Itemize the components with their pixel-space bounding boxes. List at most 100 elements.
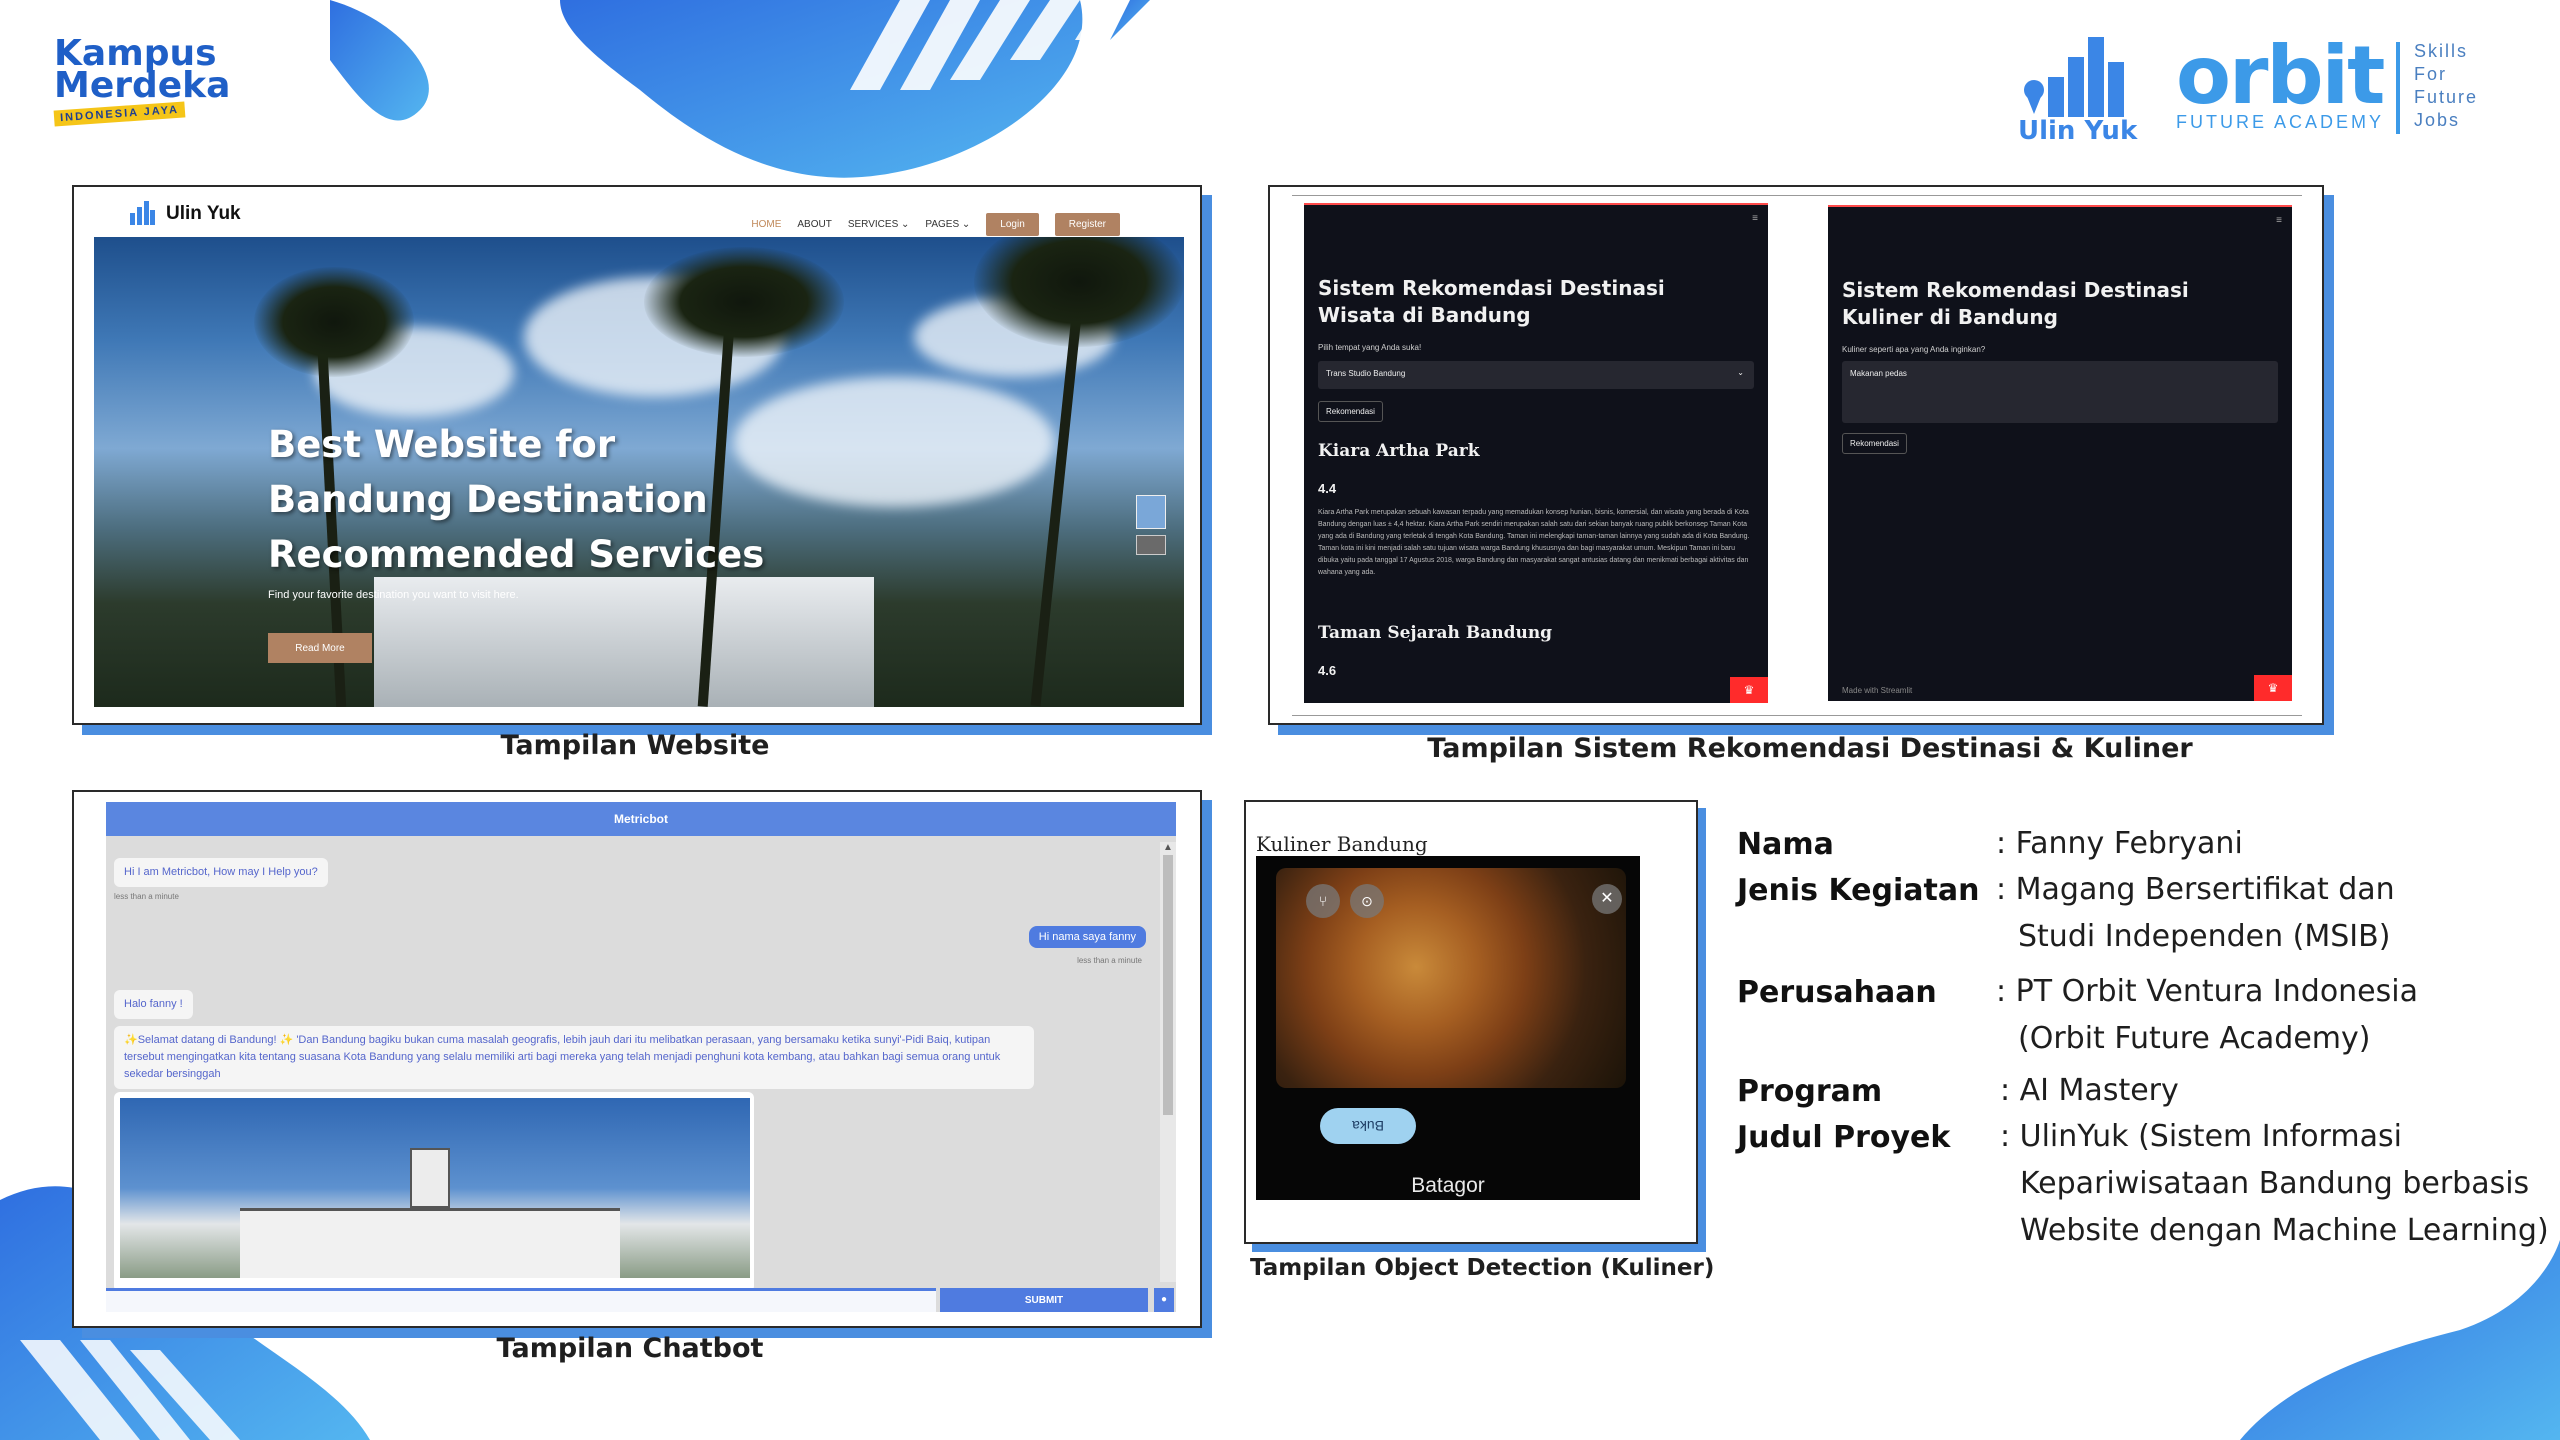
place-rating: 4.6: [1318, 663, 1337, 678]
info-label-perusahaan: Perusahaan: [1737, 975, 1937, 1010]
message-timestamp: less than a minute: [1077, 956, 1142, 965]
website-screenshot-frame: Ulin Yuk HOME ABOUT SERVICES ⌄ PAGES ⌄ L…: [72, 185, 1202, 725]
info-label-nama: Nama: [1737, 827, 1834, 862]
kuliner-textarea[interactable]: Makanan pedas: [1842, 361, 2278, 423]
info-label-jenis: Jenis Kegiatan: [1737, 873, 1980, 908]
streamlit-crown-icon[interactable]: ♛: [1730, 677, 1768, 703]
place-name: Kiara Artha Park: [1318, 441, 1480, 461]
rekomendasi-button[interactable]: Rekomendasi: [1318, 401, 1383, 422]
tagline-line: Jobs: [2414, 110, 2461, 130]
object-detection-title: Kuliner Bandung: [1256, 832, 1428, 856]
destination-select-value: Trans Studio Bandung: [1326, 369, 1406, 378]
detection-image: ⑂ ⊙ ✕ Buka Batagor: [1256, 856, 1640, 1200]
place-rating: 4.4: [1318, 481, 1337, 496]
bot-message: Halo fanny !: [114, 990, 193, 1019]
chatbot-window: Metricbot Hi I am Metricbot, How may I H…: [106, 802, 1176, 1312]
destination-select[interactable]: Trans Studio Bandung ⌄: [1318, 361, 1754, 389]
streamlit-crown-icon[interactable]: ♛: [2254, 675, 2292, 701]
info-value-judul-3: Website dengan Machine Learning): [2020, 1213, 2549, 1248]
scrollbar-track[interactable]: ▲: [1160, 842, 1176, 1282]
kampus-logo-line2: Merdeka: [54, 65, 231, 106]
website-caption: Tampilan Website: [500, 730, 770, 761]
city-bars-icon: [2024, 37, 2124, 117]
info-label-program: Program: [1737, 1074, 1883, 1109]
bot-message: Hi I am Metricbot, How may I Help you?: [114, 858, 328, 887]
chevron-down-icon: ⌄: [1737, 368, 1744, 377]
streamlit-footer[interactable]: Made with Streamlit: [1842, 686, 1912, 695]
website-menu: HOME ABOUT SERVICES ⌄ PAGES ⌄ Login Regi…: [751, 213, 1120, 236]
fork-knife-icon[interactable]: ⑂: [1306, 884, 1340, 918]
nav-home[interactable]: HOME: [751, 219, 781, 230]
slide-thumbnail[interactable]: [1136, 495, 1166, 529]
info-value-judul-1: : UlinYuk (Sistem Informasi: [2000, 1119, 2402, 1154]
cloud-shape: [734, 377, 1054, 507]
object-detection-frame: Kuliner Bandung ⑂ ⊙ ✕ Buka Batagor: [1244, 800, 1698, 1244]
info-value-jenis-1: : Magang Bersertifikat dan: [1996, 872, 2395, 907]
microphone-icon[interactable]: ●: [1154, 1288, 1174, 1312]
info-label-judul: Judul Proyek: [1737, 1120, 1951, 1155]
bot-image-message: [114, 1092, 754, 1292]
info-value-perusahaan-1: : PT Orbit Ventura Indonesia: [1996, 974, 2418, 1009]
kuliner-textarea-value: Makanan pedas: [1850, 369, 1907, 378]
orbit-logo: orbit FUTURE ACADEMY: [2176, 36, 2386, 136]
kampus-merdeka-logo: Kampus Merdeka INDONESIA JAYA: [53, 36, 254, 136]
register-button[interactable]: Register: [1054, 213, 1120, 236]
user-message: Hi nama saya fanny: [1028, 926, 1146, 948]
info-value-nama: : Fanny Febryani: [1996, 826, 2243, 861]
tagline-line: For: [2414, 64, 2447, 84]
website-brand[interactable]: Ulin Yuk: [166, 203, 241, 225]
scan-icon[interactable]: ⊙: [1350, 884, 1384, 918]
place-name: Taman Sejarah Bandung: [1318, 623, 1553, 643]
palm-leaves: [644, 247, 844, 357]
close-icon[interactable]: ✕: [1592, 884, 1622, 914]
ulinyuk-logo: Ulin Yuk: [2018, 22, 2138, 146]
building-shape: [240, 1208, 620, 1278]
nav-services[interactable]: SERVICES ⌄: [848, 219, 910, 230]
login-button[interactable]: Login: [986, 213, 1039, 236]
kampus-logo-tag: INDONESIA JAYA: [53, 101, 186, 127]
rekomendasi-button[interactable]: Rekomendasi: [1842, 433, 1907, 454]
hero-subtitle: Find your favorite destination you want …: [268, 589, 519, 601]
tower-shape: [410, 1148, 450, 1208]
orbit-logo-sub: FUTURE ACADEMY: [2176, 112, 2385, 132]
menu-icon[interactable]: ≡: [1752, 213, 1758, 224]
info-value-perusahaan-2: (Orbit Future Academy): [2018, 1021, 2371, 1056]
bot-message: ✨Selamat datang di Bandung! ✨ 'Dan Bandu…: [114, 1026, 1034, 1089]
top-divider: [1292, 195, 2302, 196]
wisata-app-panel: ≡ Sistem Rekomendasi Destinasi Wisata di…: [1304, 203, 1768, 703]
scrollbar-thumb[interactable]: [1163, 855, 1173, 1115]
submit-button[interactable]: SUBMIT: [940, 1288, 1148, 1312]
tagline-line: Future: [2414, 87, 2479, 107]
slide-thumbnail[interactable]: [1136, 535, 1166, 555]
ulinyuk-small-logo-icon: [130, 201, 155, 225]
chatbot-caption: Tampilan Chatbot: [496, 1333, 764, 1364]
wisata-title: Sistem Rekomendasi Destinasi Wisata di B…: [1318, 276, 1665, 327]
chatbot-screenshot-frame: Metricbot Hi I am Metricbot, How may I H…: [72, 790, 1202, 1328]
message-timestamp: less than a minute: [114, 892, 179, 901]
orbit-logo-text: orbit: [2176, 29, 2385, 122]
menu-icon[interactable]: ≡: [2276, 215, 2282, 226]
info-value-judul-2: Kepariwisataan Bandung berbasis: [2020, 1166, 2530, 1201]
info-value-jenis-2: Studi Independen (MSIB): [2018, 919, 2391, 954]
orbit-tagline: Skills For Future Jobs: [2414, 40, 2478, 132]
hero-title: Best Website for Bandung Destination Rec…: [268, 423, 765, 576]
chat-input-field[interactable]: [106, 1288, 936, 1312]
object-detection-caption: Tampilan Object Detection (Kuliner): [1250, 1255, 1715, 1281]
tagline-line: Skills: [2414, 41, 2469, 61]
kuliner-app-panel: ≡ Sistem Rekomendasi Destinasi Kuliner d…: [1828, 205, 2292, 701]
chatbot-header: Metricbot: [106, 802, 1176, 836]
nav-about[interactable]: ABOUT: [797, 219, 831, 230]
ulinyuk-logo-text: Ulin Yuk: [2018, 116, 2138, 146]
nav-pages[interactable]: PAGES ⌄: [925, 219, 970, 230]
place-description: Kiara Artha Park merupakan sebuah kawasa…: [1318, 509, 1750, 576]
read-more-button[interactable]: Read More: [268, 633, 372, 663]
detection-label: Batagor: [1411, 1174, 1485, 1197]
recommendation-screenshot-frame: ≡ Sistem Rekomendasi Destinasi Wisata di…: [1268, 185, 2324, 725]
website-navbar: Ulin Yuk HOME ABOUT SERVICES ⌄ PAGES ⌄ L…: [94, 195, 1180, 236]
bottom-divider: [1292, 715, 2302, 716]
recommendation-caption: Tampilan Sistem Rekomendasi Destinasi & …: [1427, 733, 2193, 764]
website-hero: Best Website for Bandung Destination Rec…: [94, 237, 1184, 707]
kuliner-title: Sistem Rekomendasi Destinasi Kuliner di …: [1842, 278, 2189, 329]
scrollbar-up-icon[interactable]: ▲: [1160, 842, 1176, 853]
buka-button[interactable]: Buka: [1320, 1108, 1416, 1144]
